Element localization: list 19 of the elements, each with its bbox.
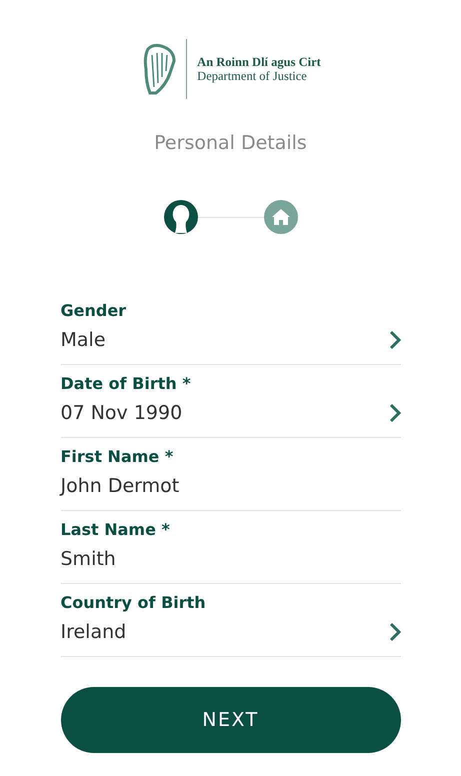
field-value[interactable]: Ireland [60, 619, 126, 645]
field-value[interactable]: 07 Nov 1990 [60, 400, 182, 426]
page-title: Personal Details [154, 132, 307, 154]
chevron-right-icon[interactable] [388, 330, 400, 350]
field-value[interactable]: Smith [60, 546, 116, 572]
chevron-right-icon[interactable] [388, 403, 400, 423]
field-label: Gender [60, 300, 126, 322]
home-icon [270, 208, 290, 226]
field-label: Country of Birth [60, 592, 206, 614]
field-label: Date of Birth * [60, 373, 191, 395]
chevron-right-icon[interactable] [388, 622, 400, 642]
department-irish-name: An Roinn Dlí agus Cirt [197, 55, 321, 69]
department-name: Department of Justice [197, 69, 308, 83]
field-value[interactable]: John Dermot [60, 473, 180, 499]
next-button[interactable]: NEXT [60, 687, 400, 753]
field-value[interactable]: Male [60, 327, 106, 353]
step-indicator[interactable] [164, 200, 198, 234]
field-label: Last Name * [60, 519, 170, 541]
field-label: First Name * [60, 446, 174, 468]
